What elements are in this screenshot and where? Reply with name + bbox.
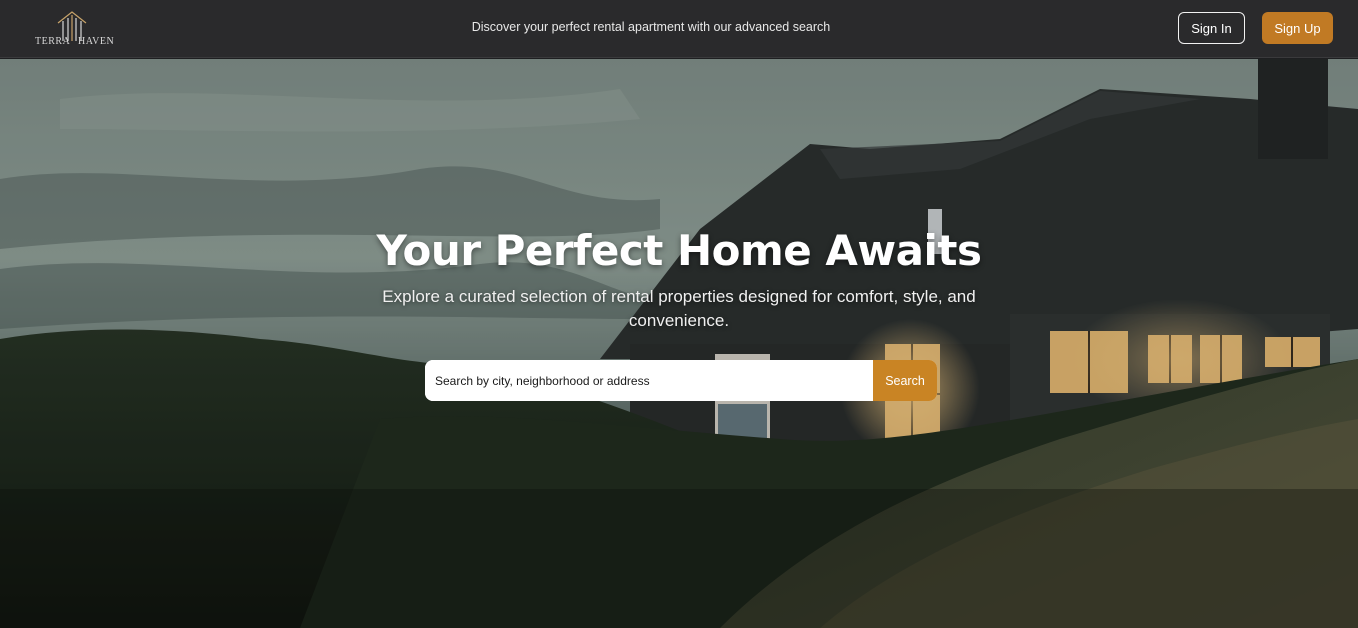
logo-word-left: TERRA: [35, 36, 71, 47]
top-navbar: TERRA HAVEN Discover your perfect rental…: [0, 0, 1358, 58]
hero-section: Your Perfect Home Awaits Explore a curat…: [0, 59, 1358, 628]
logo-word-right: HAVEN: [78, 36, 115, 47]
header-tagline: Discover your perfect rental apartment w…: [471, 20, 831, 34]
sign-in-button[interactable]: Sign In: [1178, 12, 1245, 44]
hero-subtitle: Explore a curated selection of rental pr…: [382, 287, 976, 330]
hero-title: Your Perfect Home Awaits: [376, 226, 982, 275]
hero-background-image: [0, 59, 1358, 628]
search-button[interactable]: Search: [873, 360, 937, 401]
sign-up-button[interactable]: Sign Up: [1262, 12, 1333, 44]
search-bar: Search: [425, 360, 937, 401]
search-input[interactable]: [425, 360, 873, 401]
